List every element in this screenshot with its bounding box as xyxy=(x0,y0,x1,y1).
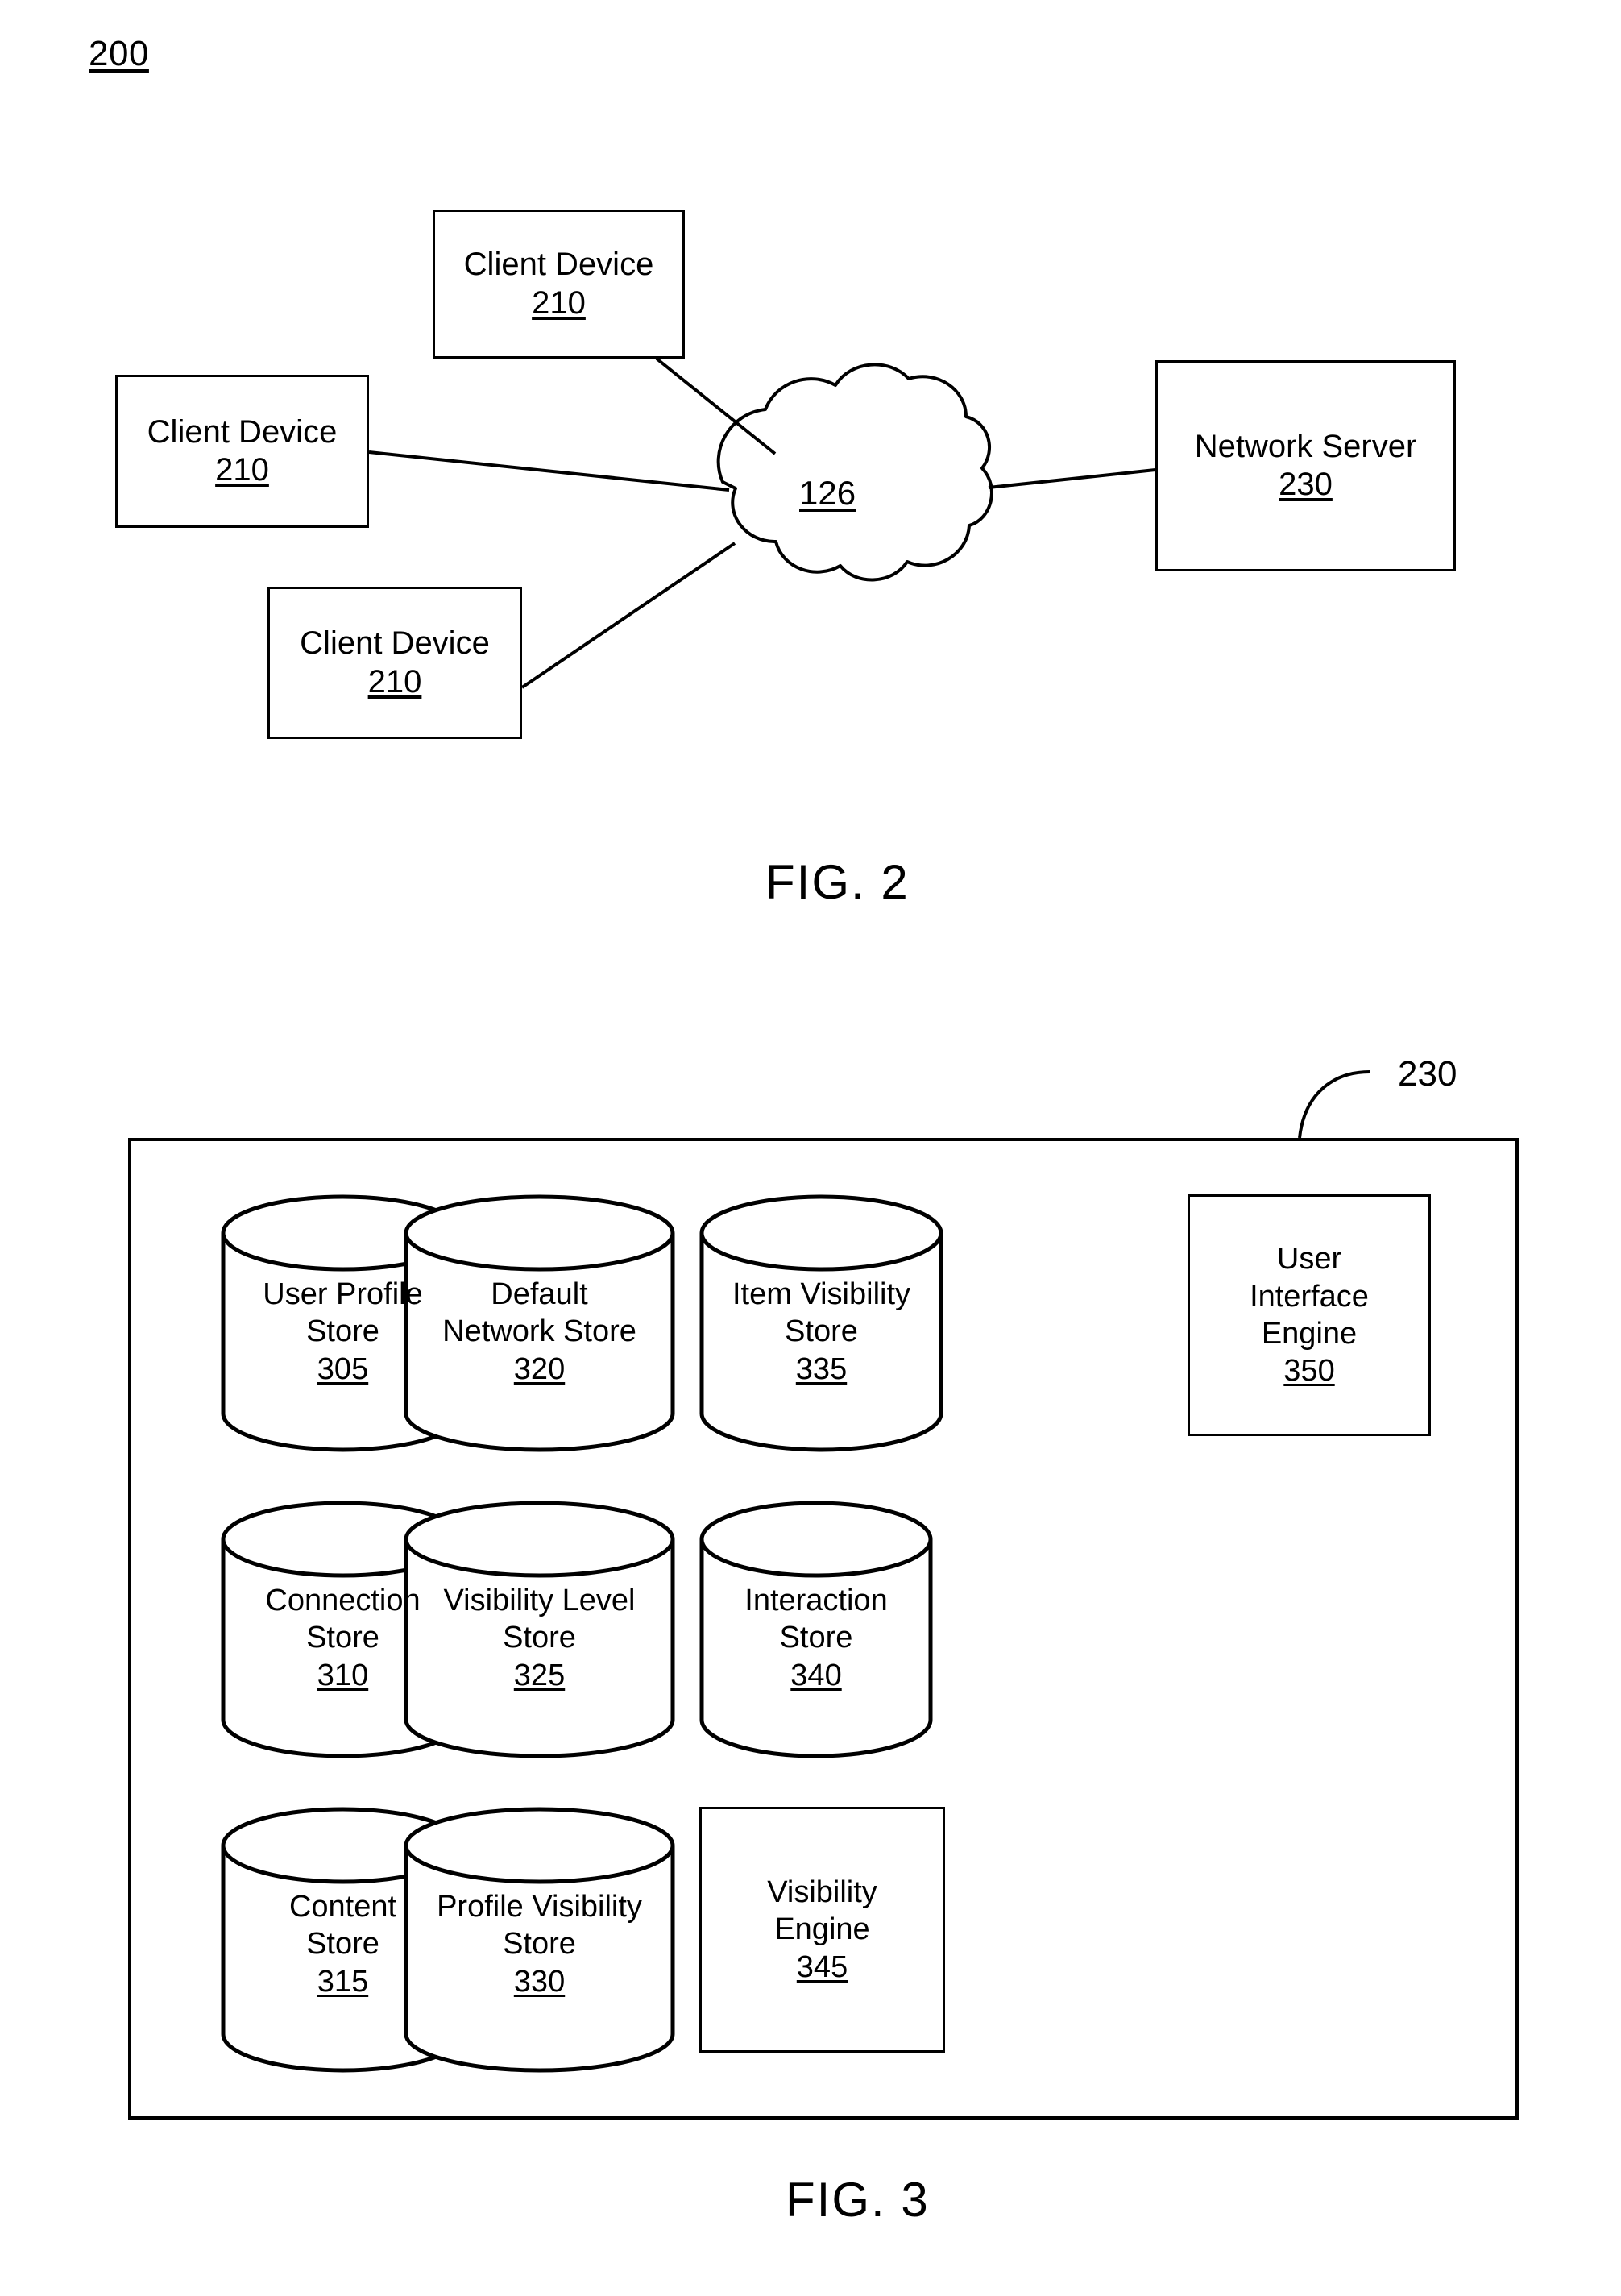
interaction-store-line1: Interaction xyxy=(744,1584,888,1617)
patent-drawing-sheet: 200 Client Device 210 Client Device 210 … xyxy=(0,0,1621,2296)
client-device-left-label: Client Device xyxy=(147,413,338,450)
figure-3-caption: FIG. 3 xyxy=(786,2173,930,2227)
client-device-bottom-ref: 210 xyxy=(367,663,422,700)
visibility-engine-line2: Engine xyxy=(774,1912,870,1947)
visibility-level-store-line2: Store xyxy=(503,1621,576,1655)
network-server-ref: 230 xyxy=(1279,467,1333,502)
network-cloud-shape xyxy=(716,363,993,582)
figure-2-caption: FIG. 2 xyxy=(765,855,910,909)
item-visibility-store-line1: Item Visibility xyxy=(732,1277,911,1311)
default-network-store-cylinder[interactable]: Default Network Store 320 xyxy=(404,1194,675,1452)
client-device-left-box[interactable]: Client Device 210 xyxy=(115,375,369,528)
default-network-store-line1: Default xyxy=(491,1277,588,1311)
profile-visibility-store-ref: 330 xyxy=(513,1964,566,1999)
interaction-store-line2: Store xyxy=(779,1621,853,1655)
profile-visibility-store-line1: Profile Visibility xyxy=(437,1890,642,1924)
user-interface-engine-line2: Interface xyxy=(1250,1279,1369,1314)
default-network-store-ref: 320 xyxy=(513,1351,566,1386)
item-visibility-store-line2: Store xyxy=(785,1314,858,1349)
profile-visibility-store-line2: Store xyxy=(503,1927,576,1962)
user-interface-engine-ref: 350 xyxy=(1283,1354,1335,1389)
client-device-top-ref: 210 xyxy=(532,284,586,321)
visibility-level-store-ref: 325 xyxy=(513,1658,566,1692)
profile-visibility-store-cylinder[interactable]: Profile Visibility Store 330 xyxy=(404,1807,675,2073)
user-interface-engine-line3: Engine xyxy=(1261,1317,1358,1351)
visibility-engine-box[interactable]: Visibility Engine 345 xyxy=(699,1807,945,2053)
visibility-level-store-line1: Visibility Level xyxy=(443,1584,636,1617)
user-interface-engine-box[interactable]: User Interface Engine 350 xyxy=(1188,1194,1431,1436)
interaction-store-ref: 340 xyxy=(790,1658,842,1692)
visibility-level-store-cylinder[interactable]: Visibility Level Store 325 xyxy=(404,1501,675,1758)
client-device-top-label: Client Device xyxy=(463,247,654,283)
user-interface-engine-line1: User xyxy=(1276,1242,1342,1277)
client-device-bottom-box[interactable]: Client Device 210 xyxy=(267,587,522,739)
system-reference-200: 200 xyxy=(89,34,149,73)
client-device-left-ref: 210 xyxy=(215,452,269,488)
item-visibility-store-ref: 335 xyxy=(795,1351,848,1386)
network-server-box[interactable]: Network Server 230 xyxy=(1155,360,1456,571)
visibility-engine-ref: 345 xyxy=(796,1949,848,1984)
client-device-bottom-label: Client Device xyxy=(300,625,490,662)
network-server-label: Network Server xyxy=(1194,428,1417,464)
connector-client-bottom-to-cloud xyxy=(520,542,736,689)
item-visibility-store-cylinder[interactable]: Item Visibility Store 335 xyxy=(699,1194,943,1452)
interaction-store-cylinder[interactable]: Interaction Store 340 xyxy=(699,1501,933,1758)
default-network-store-line2: Network Store xyxy=(442,1314,636,1349)
network-cloud-ref-126: 126 xyxy=(799,474,856,512)
connector-client-top-to-cloud xyxy=(655,357,777,455)
fig3-leader-line xyxy=(1298,1070,1370,1139)
connector-cloud-to-network-server xyxy=(988,468,1156,489)
client-device-top-box[interactable]: Client Device 210 xyxy=(433,210,685,359)
network-server-detail-ref-230: 230 xyxy=(1398,1054,1457,1094)
visibility-engine-line1: Visibility xyxy=(767,1875,877,1909)
connector-client-left-to-cloud xyxy=(368,450,730,492)
network-server-container: User Profile Store 305 Default Network S… xyxy=(128,1138,1519,2120)
